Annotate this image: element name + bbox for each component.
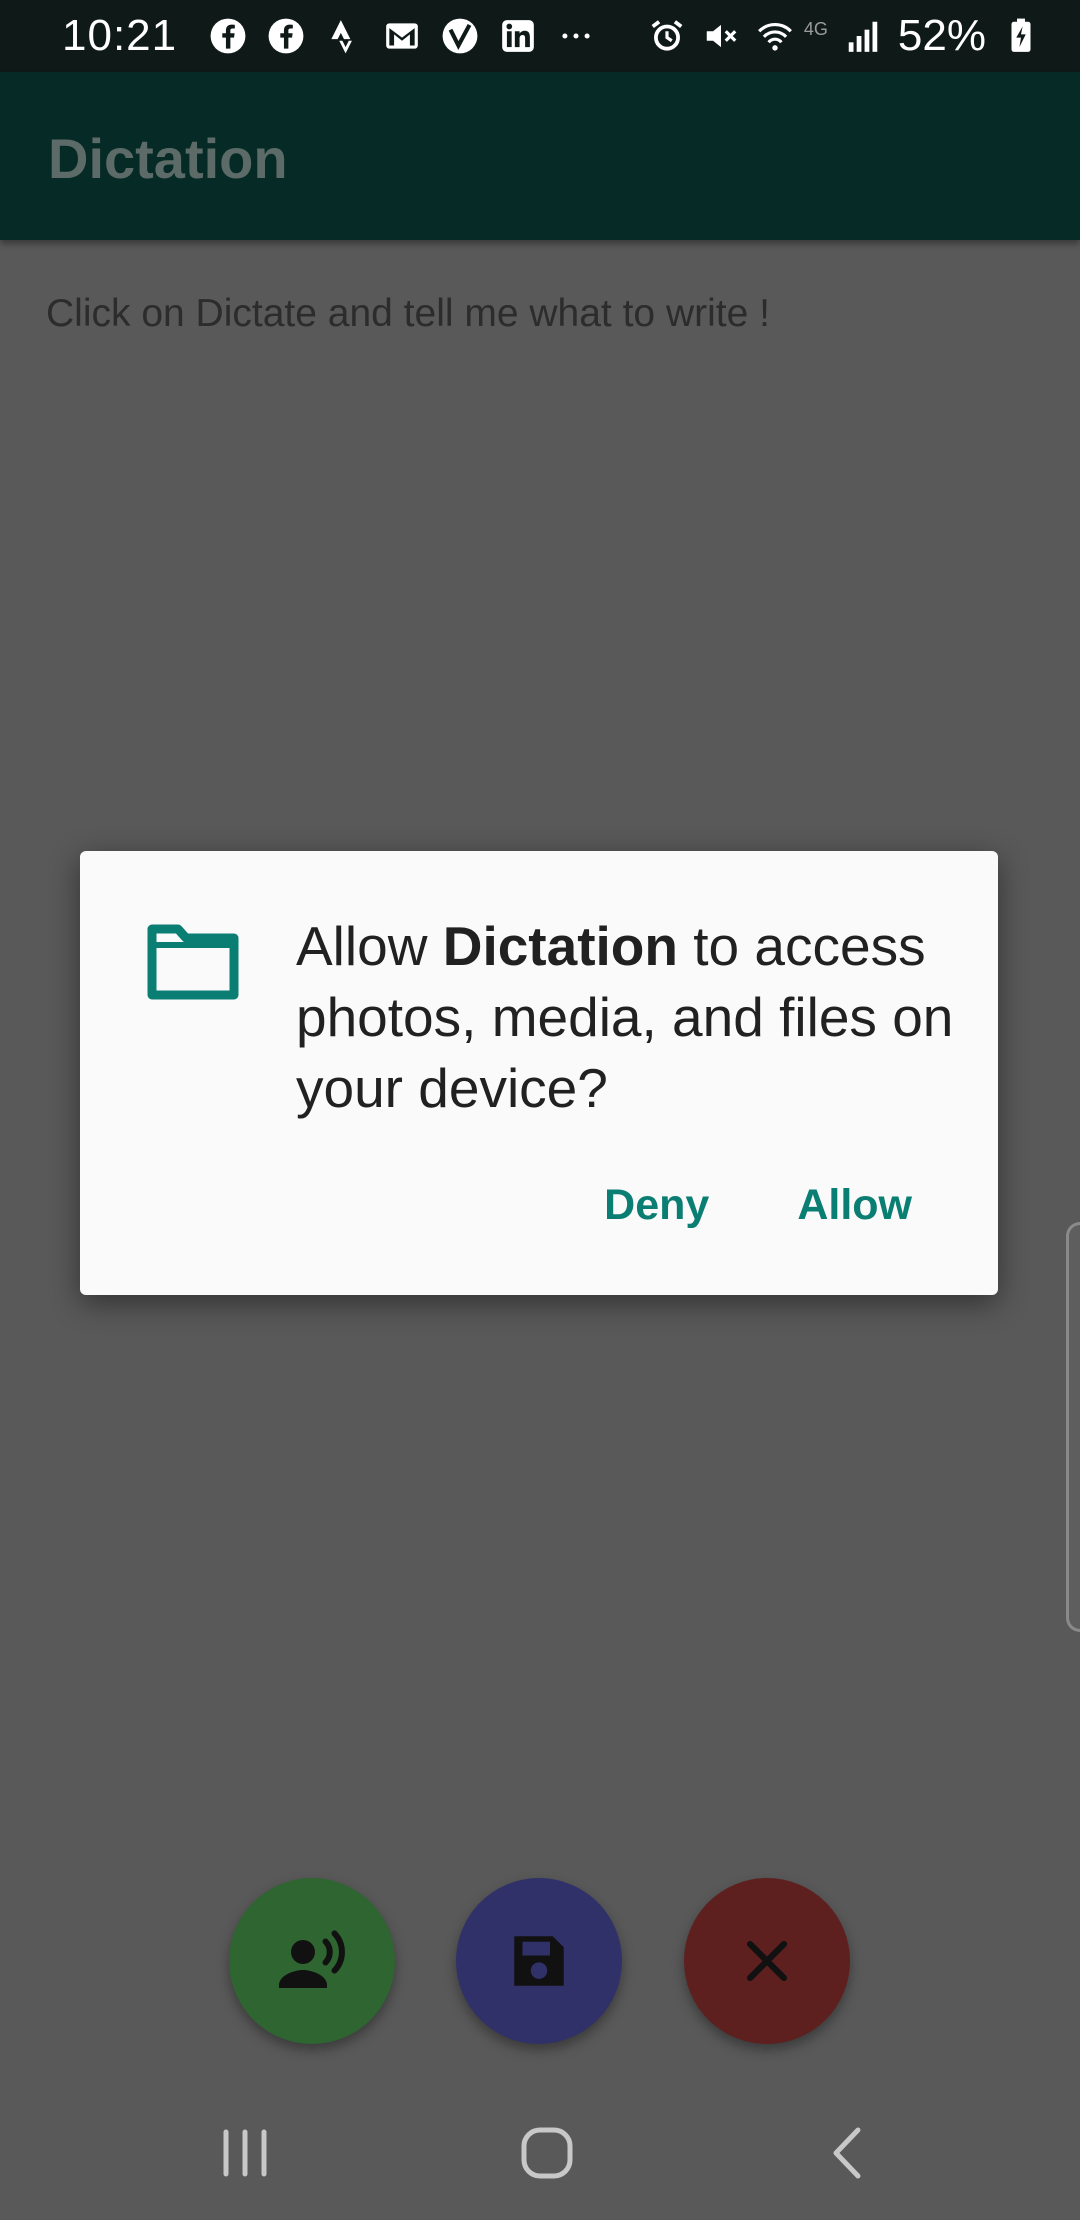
status-time: 10:21 (62, 11, 178, 60)
wifi-icon (757, 23, 792, 51)
signal-icon (848, 21, 878, 52)
app-bar: Dictation (0, 72, 1080, 240)
vibrate-mute-icon (706, 24, 737, 48)
deny-button[interactable]: Deny (604, 1181, 709, 1230)
alarm-icon (651, 20, 683, 51)
save-icon (514, 1936, 564, 1986)
check-app-icon (442, 18, 478, 54)
close-icon (746, 1940, 788, 1982)
linkedin-icon (502, 20, 534, 52)
dictation-text: Click on Dictate and tell me what to wri… (46, 292, 770, 335)
navigation-bar (0, 2078, 1080, 2220)
system-status-icons: 4G 52% (648, 11, 1040, 61)
more-notifications-icon (562, 33, 590, 39)
gmail-icon (386, 23, 418, 49)
battery-charging-icon (1011, 18, 1031, 52)
dialog-app-name: Dictation (442, 915, 678, 977)
recent-apps-icon[interactable] (210, 2118, 280, 2188)
battery-percentage: 52% (897, 11, 986, 60)
strava-icon (331, 20, 353, 54)
network-type-label: 4G (803, 18, 828, 39)
facebook-icon (210, 18, 246, 54)
allow-button[interactable]: Allow (797, 1181, 912, 1230)
home-icon[interactable] (512, 2118, 582, 2188)
back-icon[interactable] (812, 2118, 882, 2188)
status-bar: 10:21 4G 52% (0, 0, 1080, 72)
facebook-icon (268, 18, 304, 54)
save-button[interactable] (456, 1878, 622, 2044)
folder-icon (147, 924, 239, 1000)
app-title: Dictation (48, 127, 288, 190)
edge-panel-handle[interactable] (1066, 1222, 1080, 1632)
dialog-message: Allow Dictation to access photos, media,… (296, 911, 976, 1124)
record-voice-icon (279, 1930, 345, 1988)
dialog-message-prefix: Allow (296, 915, 443, 977)
notification-icons (209, 17, 595, 55)
dialog-actions: Deny Allow (604, 1181, 912, 1230)
dictate-button[interactable] (229, 1878, 395, 2044)
permission-dialog: Allow Dictation to access photos, media,… (80, 851, 998, 1295)
clear-button[interactable] (684, 1878, 850, 2044)
